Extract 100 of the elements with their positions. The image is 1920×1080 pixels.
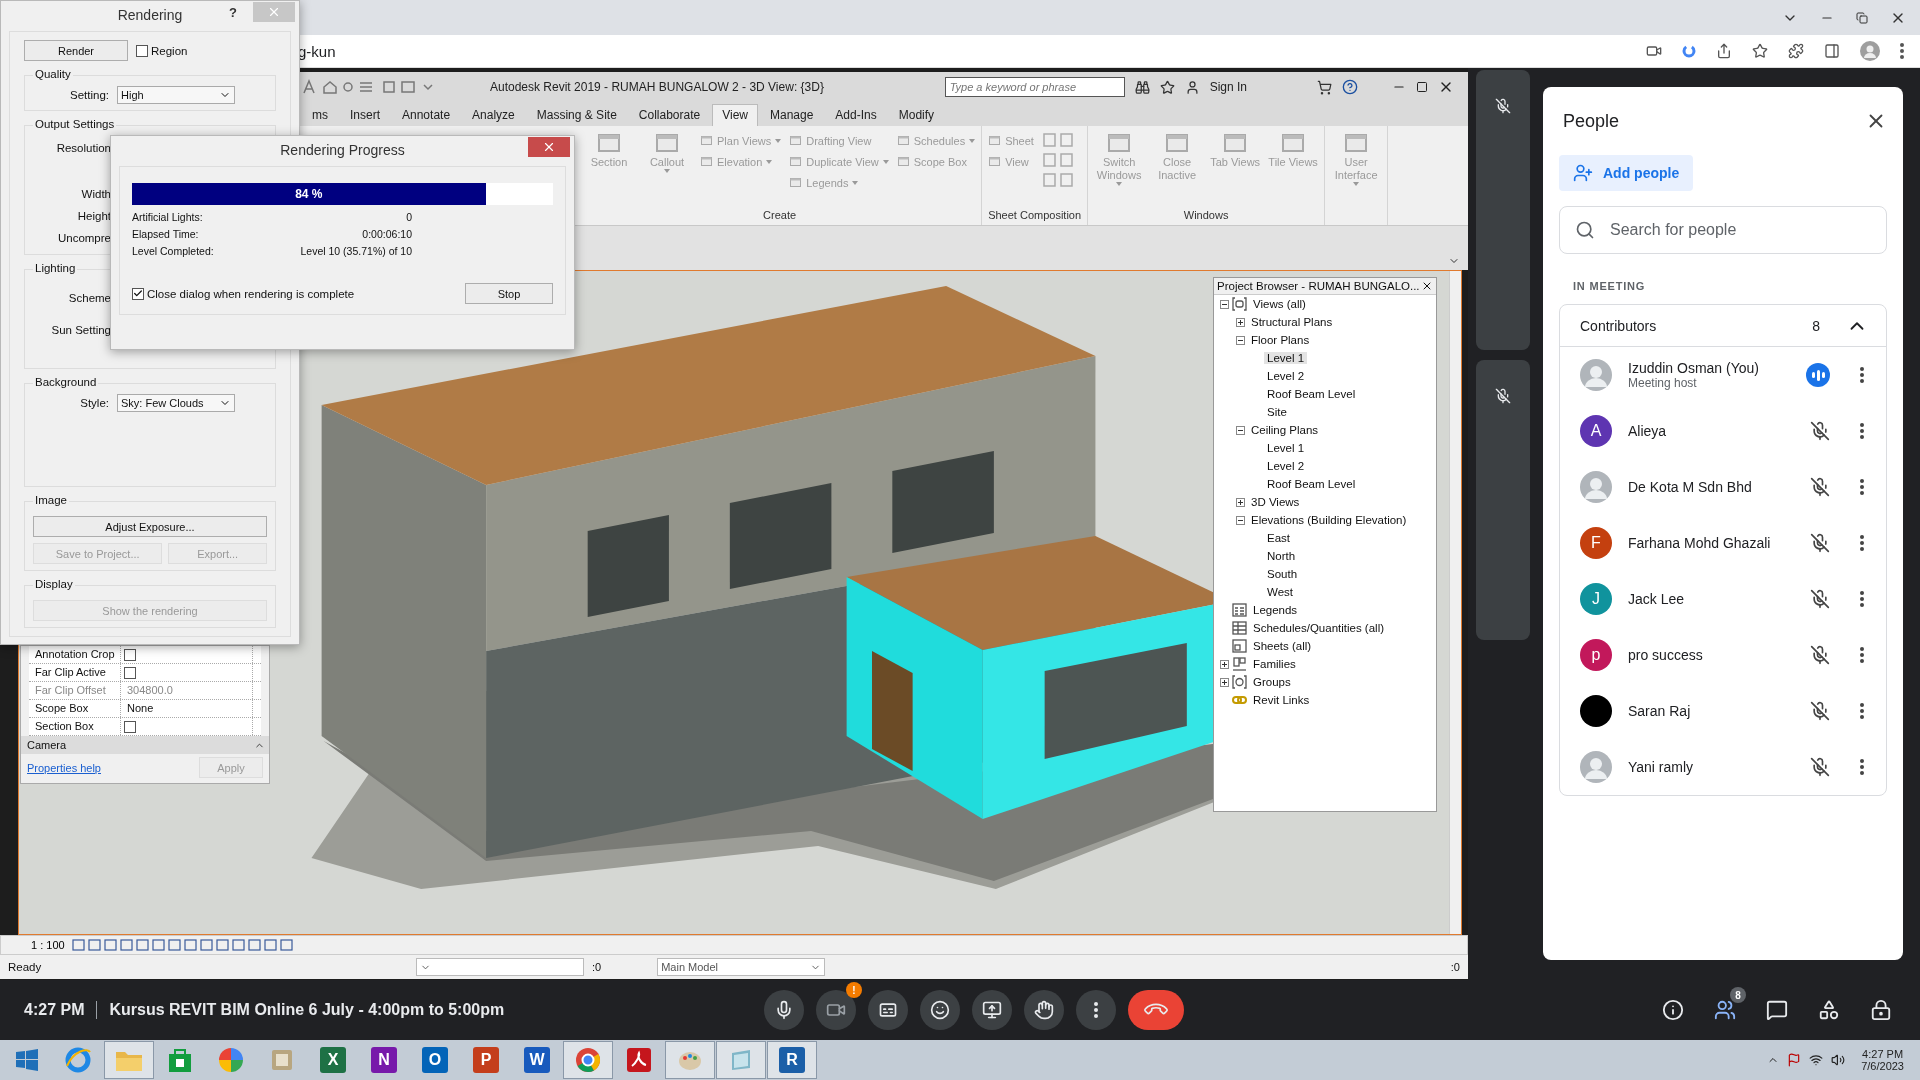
network-icon[interactable] bbox=[1809, 1053, 1824, 1067]
tree-item[interactable]: Ceiling Plans bbox=[1248, 424, 1322, 436]
ribbon-tab[interactable]: Insert bbox=[340, 104, 390, 126]
add-people-button[interactable]: Add people bbox=[1559, 155, 1694, 191]
mic-off-icon[interactable] bbox=[1810, 421, 1830, 441]
tree-item[interactable]: Sheets (all) bbox=[1250, 640, 1315, 652]
star-icon[interactable] bbox=[1752, 43, 1768, 59]
tree-item[interactable]: Level 1 bbox=[1264, 352, 1308, 364]
app-icon[interactable]: P bbox=[473, 1047, 499, 1073]
browser-icon[interactable] bbox=[575, 1047, 601, 1073]
expand-icon[interactable] bbox=[1220, 677, 1229, 687]
tree-item[interactable]: Site bbox=[1264, 406, 1290, 418]
taskbar-button[interactable]: P bbox=[461, 1041, 511, 1079]
tree-item[interactable]: Roof Beam Level bbox=[1264, 388, 1359, 400]
close-when-complete-checkbox[interactable]: Close dialog when rendering is complete bbox=[132, 287, 355, 300]
stop-button[interactable]: Stop bbox=[465, 283, 553, 304]
ribbon-tab[interactable]: Annotate bbox=[392, 104, 461, 126]
puzzle-icon[interactable] bbox=[1788, 43, 1804, 59]
tree-item[interactable]: West bbox=[1264, 586, 1296, 598]
tree-item[interactable]: East bbox=[1264, 532, 1293, 544]
tree-item[interactable]: 3D Views bbox=[1248, 496, 1303, 508]
close-icon[interactable] bbox=[1421, 280, 1433, 292]
mic-off-icon[interactable] bbox=[1810, 477, 1830, 497]
tree-item[interactable]: Families bbox=[1250, 658, 1299, 670]
taskbar-button[interactable]: R bbox=[767, 1041, 817, 1079]
tree-item[interactable]: Views (all) bbox=[1250, 298, 1309, 310]
tree-item[interactable]: Floor Plans bbox=[1248, 334, 1313, 346]
participant-tile[interactable] bbox=[1476, 70, 1530, 350]
app-icon[interactable]: R bbox=[779, 1047, 805, 1073]
region-checkbox[interactable]: Region bbox=[136, 44, 188, 57]
mic-off-icon[interactable] bbox=[1810, 701, 1830, 721]
expand-icon[interactable] bbox=[1236, 317, 1245, 327]
tree-item[interactable]: Legends bbox=[1250, 604, 1301, 616]
mic-off-icon[interactable] bbox=[1810, 589, 1830, 609]
emoji-button[interactable] bbox=[920, 990, 960, 1030]
ribbon-tab[interactable]: Analyze bbox=[462, 104, 525, 126]
tree-item[interactable]: Structural Plans bbox=[1248, 316, 1336, 328]
help-icon[interactable] bbox=[1342, 79, 1358, 95]
group-header[interactable]: Camera bbox=[21, 736, 269, 754]
collapse-icon[interactable] bbox=[1236, 425, 1245, 435]
tree-item[interactable]: Level 2 bbox=[1264, 460, 1308, 472]
checkbox[interactable] bbox=[124, 666, 136, 679]
present-button[interactable] bbox=[972, 990, 1012, 1030]
tree-item[interactable]: Elevations (Building Elevation) bbox=[1248, 514, 1410, 526]
scale-text[interactable]: 1 : 100 bbox=[31, 939, 65, 951]
camera-icon[interactable] bbox=[1646, 43, 1662, 59]
taskbar-button[interactable]: X bbox=[308, 1041, 358, 1079]
workset-field[interactable] bbox=[416, 958, 584, 976]
app-icon[interactable]: W bbox=[524, 1047, 550, 1073]
scrollbar[interactable] bbox=[1449, 271, 1461, 934]
ribbon-tab[interactable]: Add-Ins bbox=[825, 104, 887, 126]
tree-item[interactable]: Level 2 bbox=[1264, 370, 1308, 382]
ribbon-tab[interactable]: Collaborate bbox=[628, 104, 711, 126]
ribbon-tab[interactable]: ms bbox=[302, 104, 338, 126]
property-value[interactable]: None bbox=[121, 700, 253, 717]
mic-off-icon[interactable] bbox=[1810, 757, 1830, 777]
captions-button[interactable] bbox=[868, 990, 908, 1030]
speaking-icon[interactable] bbox=[1806, 363, 1830, 387]
end-call-button[interactable] bbox=[1128, 990, 1184, 1030]
group-header[interactable]: Contributors 8 bbox=[1560, 305, 1886, 347]
ribbon-tab[interactable]: Manage bbox=[760, 104, 824, 126]
tree-item[interactable]: Revit Links bbox=[1250, 694, 1313, 706]
star-icon[interactable] bbox=[1159, 79, 1175, 95]
help-button[interactable]: ? bbox=[229, 5, 237, 20]
taskbar-button[interactable]: O bbox=[410, 1041, 460, 1079]
restore-icon[interactable] bbox=[1856, 11, 1868, 24]
shopping-bag-icon[interactable] bbox=[167, 1047, 193, 1073]
ribbon-tab[interactable]: Massing & Site bbox=[526, 104, 627, 126]
more-options-button[interactable] bbox=[1076, 990, 1116, 1030]
tree-item[interactable]: Roof Beam Level bbox=[1264, 478, 1359, 490]
tree-item[interactable]: South bbox=[1264, 568, 1301, 580]
tree-item[interactable]: Groups bbox=[1250, 676, 1294, 688]
camera-button[interactable] bbox=[816, 990, 856, 1030]
clock-time[interactable]: 4:27 PM bbox=[1862, 1048, 1904, 1060]
side-panel-icon[interactable] bbox=[1824, 43, 1840, 59]
volume-icon[interactable] bbox=[1831, 1053, 1846, 1067]
windows-logo-icon[interactable] bbox=[16, 1049, 38, 1071]
ribbon-tab[interactable]: Modify bbox=[888, 104, 945, 126]
checkbox[interactable] bbox=[124, 720, 136, 733]
collapse-icon[interactable] bbox=[1236, 335, 1245, 345]
mic-off-icon[interactable] bbox=[1810, 533, 1830, 553]
taskbar-button[interactable]: W bbox=[512, 1041, 562, 1079]
maximize-icon[interactable] bbox=[1416, 81, 1428, 93]
pdf-icon[interactable] bbox=[626, 1047, 652, 1073]
tree-item[interactable]: Schedules/Quantities (all) bbox=[1250, 622, 1388, 634]
avatar-icon[interactable] bbox=[1860, 41, 1880, 61]
raise-hand-button[interactable] bbox=[1024, 990, 1064, 1030]
help-link[interactable]: Properties help bbox=[27, 761, 101, 774]
participant-tile[interactable] bbox=[1476, 360, 1530, 640]
checkbox[interactable] bbox=[124, 648, 136, 661]
quality-select[interactable]: High bbox=[117, 86, 235, 104]
search-field[interactable]: Type a keyword or phrase bbox=[944, 77, 1125, 97]
binoculars-icon[interactable] bbox=[1134, 79, 1150, 95]
collapse-icon[interactable] bbox=[1236, 515, 1245, 525]
clock-date[interactable]: 7/6/2023 bbox=[1861, 1060, 1904, 1072]
flag-icon[interactable] bbox=[1787, 1053, 1802, 1067]
filter-count[interactable]: :0 bbox=[1450, 961, 1460, 973]
app-icon[interactable]: N bbox=[371, 1047, 397, 1073]
model-field[interactable]: Main Model bbox=[657, 958, 826, 976]
expand-icon[interactable] bbox=[1220, 659, 1229, 669]
